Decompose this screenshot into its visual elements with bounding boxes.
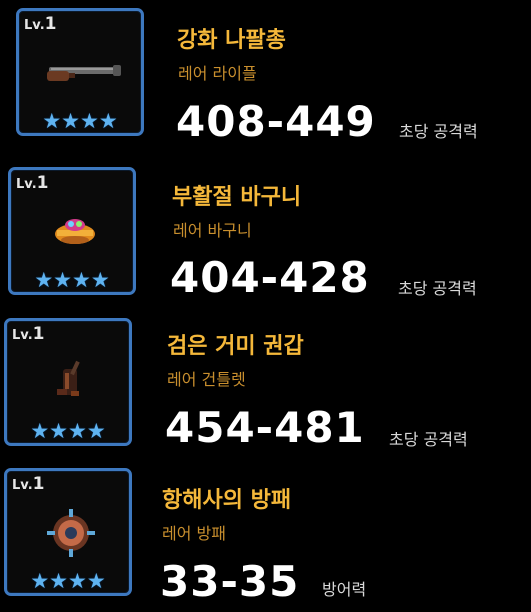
item-type: 레어 건틀렛: [167, 370, 246, 389]
item-type: 레어 바구니: [173, 221, 252, 240]
stat-label: 초당 공격력: [398, 279, 477, 298]
star-rating: ★★★★: [42, 109, 118, 133]
item-type: 레어 방패: [162, 524, 226, 543]
item-row-3[interactable]: Lv.1 ★★★★ 검은 거미 권갑 레어 건틀렛 454-481 초당 공격력: [0, 310, 531, 460]
level-number: 1: [32, 324, 45, 344]
level-prefix: Lv.: [16, 177, 37, 192]
spider-gauntlet-icon: [57, 360, 80, 396]
item-card[interactable]: Lv.1 ★★★★: [16, 8, 144, 136]
blunderbuss-icon: [47, 65, 121, 81]
item-name: 강화 나팔총: [177, 28, 286, 53]
level-prefix: Lv.: [12, 328, 33, 343]
level-prefix: Lv.: [12, 478, 33, 493]
level-number: 1: [32, 474, 45, 494]
navigator-shield-icon: [47, 509, 95, 557]
stat-label: 초당 공격력: [399, 122, 478, 141]
item-name: 검은 거미 권갑: [167, 334, 304, 359]
star-rating: ★★★★: [30, 419, 106, 443]
item-card[interactable]: Lv.1 ★★★★: [4, 468, 132, 596]
item-type: 레어 라이플: [178, 64, 257, 83]
level-badge: Lv.1: [24, 14, 56, 34]
item-stat: 408-449: [176, 97, 376, 146]
item-card[interactable]: Lv.1 ★★★★: [4, 318, 132, 446]
level-number: 1: [36, 173, 49, 193]
item-name: 항해사의 방패: [162, 488, 292, 513]
item-card[interactable]: Lv.1 ★★★★: [8, 167, 136, 295]
item-stat: 33-35: [160, 557, 300, 606]
level-badge: Lv.1: [12, 324, 44, 344]
star-rating: ★★★★: [34, 268, 110, 292]
item-stat: 404-428: [170, 253, 370, 302]
level-prefix: Lv.: [24, 18, 45, 33]
easter-basket-icon: [55, 219, 95, 244]
item-row-4[interactable]: Lv.1 ★★★★ 항해사의 방패 레어 방패 33-35 방어력: [0, 462, 531, 612]
stat-label: 방어력: [322, 580, 367, 599]
item-row-2[interactable]: Lv.1 ★★★★ 부활절 바구니 레어 바구니 404-428 초당 공격력: [0, 155, 531, 305]
item-name: 부활절 바구니: [172, 185, 302, 210]
stat-label: 초당 공격력: [389, 430, 468, 449]
level-badge: Lv.1: [16, 173, 48, 193]
level-number: 1: [44, 14, 57, 34]
item-row-1[interactable]: Lv.1 ★★★★ 강화 나팔총 레어 라이플 408-449 초당 공격력: [0, 0, 531, 150]
item-stat: 454-481: [165, 403, 365, 452]
star-rating: ★★★★: [30, 569, 106, 593]
level-badge: Lv.1: [12, 474, 44, 494]
